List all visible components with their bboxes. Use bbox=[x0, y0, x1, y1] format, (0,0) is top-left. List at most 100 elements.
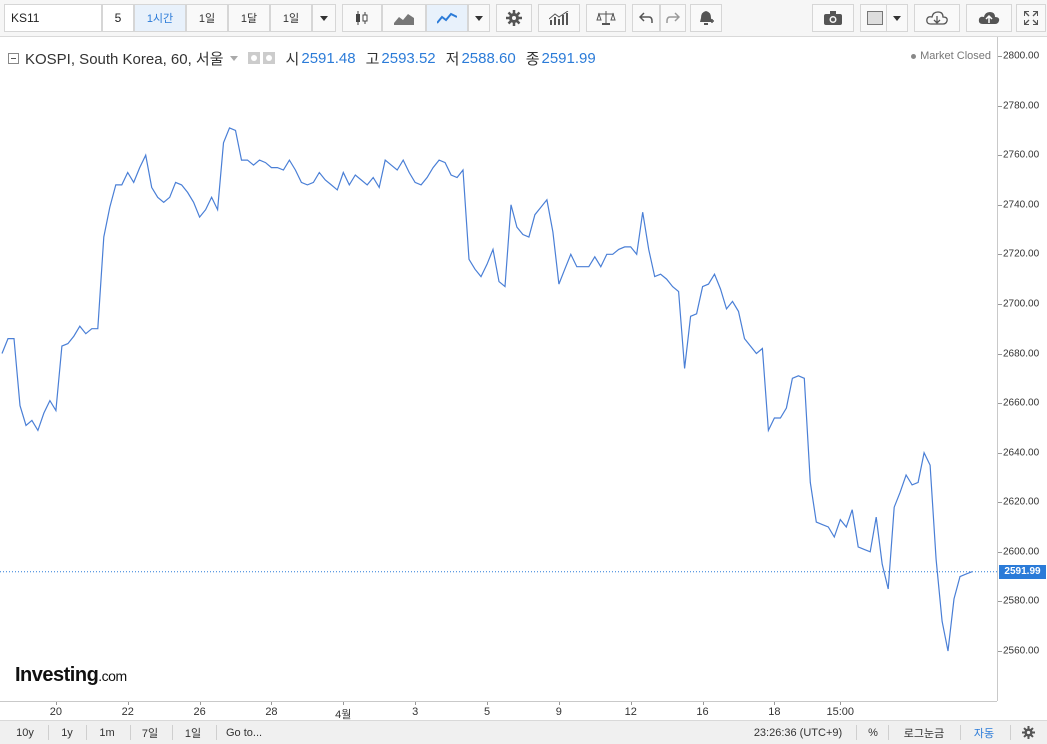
area-chart-icon bbox=[394, 14, 414, 25]
timeframe-1d-button[interactable]: 1일 bbox=[186, 4, 228, 32]
y-tick-mark bbox=[998, 155, 1002, 157]
interval-text: 5 bbox=[114, 11, 122, 25]
y-tick-mark bbox=[998, 452, 1002, 454]
time-axis[interactable]: 20 22 26 28 4월 3 5 9 12 16 18 15:00 bbox=[0, 701, 997, 721]
y-tick-mark bbox=[998, 204, 1002, 206]
cloud-download-icon bbox=[926, 11, 948, 25]
undo-icon bbox=[639, 12, 653, 23]
alert-button[interactable] bbox=[690, 4, 722, 32]
x-tick-mark bbox=[199, 702, 201, 705]
axis-settings-button[interactable] bbox=[1014, 721, 1042, 744]
cloud-download-button[interactable] bbox=[914, 4, 960, 32]
y-tick-label: 2780.00 bbox=[1003, 100, 1040, 112]
gear-icon bbox=[1021, 726, 1035, 739]
redo-button[interactable] bbox=[660, 4, 686, 32]
y-tick-mark bbox=[998, 502, 1002, 504]
gear-icon bbox=[506, 10, 522, 26]
separator bbox=[216, 725, 217, 740]
y-tick-label: 2700.00 bbox=[1003, 298, 1040, 310]
x-tick-label: 9 bbox=[555, 706, 562, 718]
y-tick-mark bbox=[998, 303, 1002, 305]
x-tick-label: 26 bbox=[193, 706, 206, 718]
x-tick-label: 3 bbox=[412, 706, 419, 718]
x-tick-label: 16 bbox=[696, 706, 709, 718]
fullscreen-icon bbox=[1024, 11, 1038, 25]
undo-button[interactable] bbox=[632, 4, 660, 32]
line-chart-button[interactable] bbox=[426, 4, 468, 32]
separator bbox=[130, 725, 131, 740]
y-tick-label: 2740.00 bbox=[1003, 199, 1040, 211]
range-10y-button[interactable]: 10y bbox=[6, 721, 44, 744]
timeframe-1d-alt-button[interactable]: 1일 bbox=[270, 4, 312, 32]
x-tick-mark bbox=[127, 702, 129, 705]
chart-type-dropdown-button[interactable] bbox=[468, 4, 490, 32]
y-tick-mark bbox=[998, 105, 1002, 107]
x-tick-label: 20 bbox=[49, 706, 62, 718]
x-tick-label: 5 bbox=[483, 706, 491, 718]
chevron-down-icon bbox=[475, 15, 483, 21]
interval-input[interactable]: 5 bbox=[102, 4, 134, 32]
y-tick-label: 2580.00 bbox=[1003, 595, 1040, 607]
separator bbox=[856, 725, 857, 740]
symbol-text: KS11 bbox=[11, 11, 40, 25]
x-tick-mark bbox=[343, 702, 345, 705]
timeframe-dropdown-button[interactable] bbox=[312, 4, 336, 32]
y-tick-label: 2620.00 bbox=[1003, 496, 1040, 508]
indicators-button[interactable] bbox=[538, 4, 580, 32]
x-tick-label: 28 bbox=[265, 706, 278, 718]
y-tick-label: 2720.00 bbox=[1003, 248, 1040, 260]
fullscreen-button[interactable] bbox=[1016, 4, 1046, 32]
range-1y-button[interactable]: 1y bbox=[50, 721, 84, 744]
x-tick-mark bbox=[774, 702, 776, 705]
log-scale-button[interactable]: 로그눈금 bbox=[894, 721, 954, 744]
separator bbox=[888, 725, 889, 740]
range-7d-button[interactable]: 7일 bbox=[132, 721, 168, 744]
x-tick-label: 15:00 bbox=[826, 706, 855, 718]
y-tick-mark bbox=[998, 56, 1002, 57]
x-tick-mark bbox=[415, 702, 417, 705]
logo-main-text: Investing bbox=[15, 664, 99, 686]
color-dropdown-button[interactable] bbox=[886, 4, 908, 32]
investing-logo: Investing.com bbox=[15, 664, 127, 687]
color-swatch-icon bbox=[867, 11, 883, 25]
logo-suffix-text: .com bbox=[98, 668, 127, 684]
clock-time: 23:26:36 (UTC+9) bbox=[753, 726, 843, 739]
x-tick-mark bbox=[558, 702, 560, 705]
redo-icon bbox=[666, 12, 680, 23]
area-chart-button[interactable] bbox=[382, 4, 426, 32]
settings-button[interactable] bbox=[496, 4, 532, 32]
x-tick-label: 22 bbox=[121, 706, 134, 718]
y-tick-label: 2560.00 bbox=[1003, 645, 1040, 657]
price-chart-plot[interactable] bbox=[0, 37, 997, 701]
compare-button[interactable] bbox=[586, 4, 626, 32]
price-axis[interactable]: 2800.00 2780.00 2760.00 2740.00 2720.00 2700.… bbox=[997, 37, 1047, 701]
y-tick-mark bbox=[998, 254, 1002, 256]
separator bbox=[172, 725, 173, 740]
goto-button[interactable]: Go to... bbox=[220, 721, 282, 744]
cloud-upload-icon bbox=[978, 12, 1000, 24]
x-tick-label: 18 bbox=[768, 706, 781, 718]
y-tick-mark bbox=[998, 551, 1002, 553]
candlestick-icon bbox=[356, 11, 368, 25]
chevron-down-icon bbox=[320, 15, 328, 21]
screenshot-button[interactable] bbox=[812, 4, 854, 32]
y-tick-label: 2640.00 bbox=[1003, 447, 1040, 459]
cloud-upload-button[interactable] bbox=[966, 4, 1012, 32]
range-1m-button[interactable]: 1m bbox=[88, 721, 126, 744]
bottom-toolbar: 10y 1y 1m 7일 1일 Go to... 23:26:36 (UTC+9… bbox=[0, 720, 1047, 744]
y-tick-label: 2680.00 bbox=[1003, 348, 1040, 359]
y-tick-mark bbox=[998, 403, 1002, 405]
range-1d-button[interactable]: 1일 bbox=[174, 721, 212, 744]
candlestick-chart-button[interactable] bbox=[342, 4, 382, 32]
symbol-input[interactable]: KS11 bbox=[4, 4, 102, 32]
timeframe-1mo-button[interactable]: 1달 bbox=[228, 4, 270, 32]
auto-scale-button[interactable]: 자동 bbox=[962, 721, 1006, 744]
x-tick-mark bbox=[630, 702, 632, 705]
y-tick-label: 2600.00 bbox=[1003, 546, 1040, 558]
top-toolbar: KS11 5 1시간 1일 1달 1일 bbox=[0, 0, 1047, 37]
separator bbox=[960, 725, 961, 740]
timeframe-1h-button[interactable]: 1시간 bbox=[134, 4, 186, 32]
percent-scale-button[interactable]: % bbox=[860, 721, 886, 744]
y-tick-label: 2760.00 bbox=[1003, 149, 1040, 161]
price-line bbox=[1, 127, 973, 652]
